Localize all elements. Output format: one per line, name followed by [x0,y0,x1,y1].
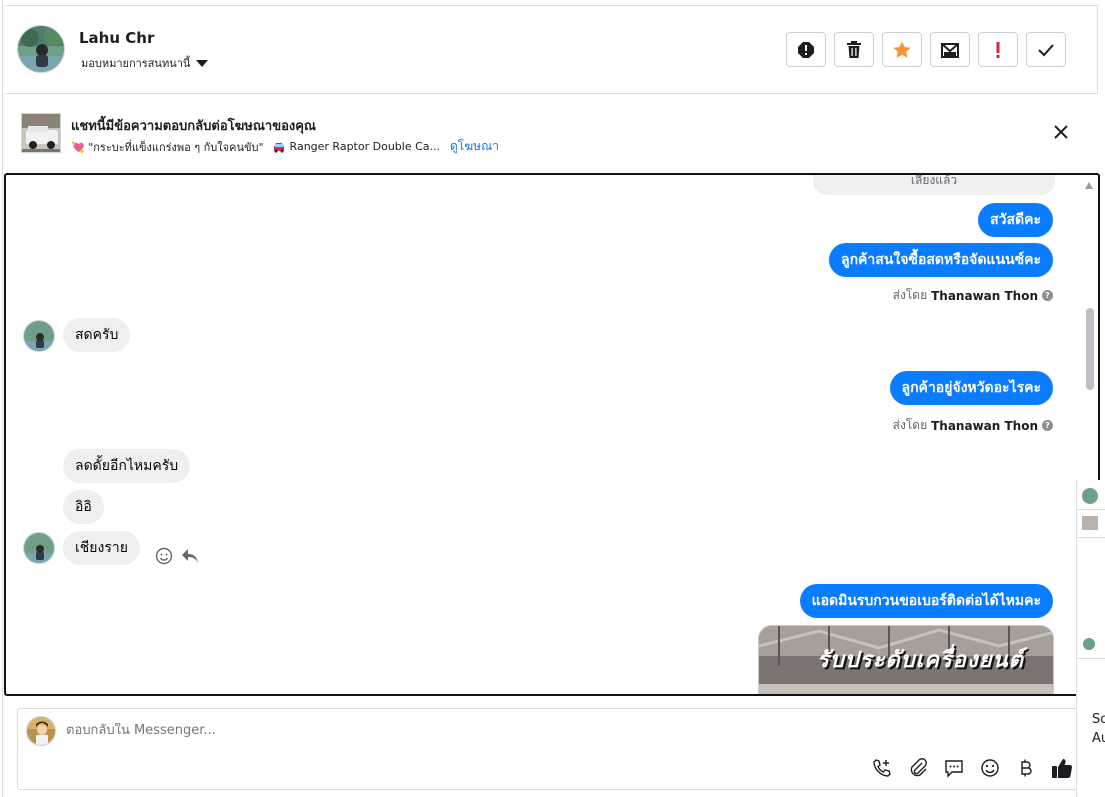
divider [1077,509,1105,510]
peek-text: Au [1092,731,1105,746]
header-actions [786,32,1066,67]
assign-label: มอบหมายการสนทนานี้ [81,57,191,70]
report-icon [798,41,814,58]
reply-icon[interactable] [181,548,199,564]
payment-button[interactable] [1015,757,1037,779]
avatar[interactable] [1082,488,1098,504]
sent-by-prefix: ส่งโดย [892,288,928,302]
scroll-up-arrow[interactable] [1085,182,1093,189]
star-icon [893,41,911,58]
message-bubble-outgoing[interactable]: ลูกค้าอยู่จังหวัดอะไรคะ [889,371,1053,405]
message-bubble-incoming[interactable]: อิอิ [63,490,104,524]
contact-avatar-small[interactable] [23,320,55,352]
trash-icon [847,40,861,58]
messenger-inbox-app: Lahu Chr มอบหมายการสนทนานี้ แชทนี้มีข้อค… [0,0,1105,797]
peek-text: So [1092,712,1105,727]
help-icon[interactable]: ? [1042,290,1053,301]
ad-reply-banner: แชทนี้มีข้อความตอบกลับต่อโฆษณาของคุณ 💘 "… [5,95,1098,171]
sender-name: Thanawan Thon [931,288,1038,303]
like-icon [1052,759,1073,778]
ad-banner-title: แชทนี้มีข้อความตอบกลับต่อโฆษณาของคุณ [71,119,316,134]
side-panel-peek: So Au [1076,480,1105,797]
conversation-header: Lahu Chr มอบหมายการสนทนานี้ [5,5,1098,94]
view-ad-link[interactable]: ดูโฆษณา [450,137,499,156]
image-overlay-text: รับประดับเครื่องยนต์ [817,648,1024,673]
message-bubble-incoming[interactable]: สดครับ [63,318,131,352]
message-hover-tools [155,547,199,565]
contact-name: Lahu Chr [79,29,155,47]
reply-input[interactable] [66,723,866,738]
message-bubble-incoming[interactable]: ลดดั้ยอีกไหมครับ [63,449,191,483]
message-bubble-partial: เลี้ยงแล้ว [813,175,1055,195]
ad-quote: 💘 "กระบะที่แข็งแกร่งพอ ๆ กับใจคนขับ" [71,140,264,154]
scrollbar-thumb[interactable] [1086,308,1094,390]
attach-file-button[interactable] [907,757,929,779]
send-like-button[interactable] [1051,757,1073,779]
message-thread[interactable]: เลี้ยงแล้ว สวัสดีคะ ลูกค้าสนใจซื้อสดหรือ… [4,173,1100,696]
paperclip-icon [910,758,927,777]
message-bubble-incoming[interactable]: เชียงราย [63,531,140,565]
ad-thumbnail[interactable] [1082,516,1098,530]
left-panel-edge [0,0,3,797]
sent-by-label: ส่งโดย Thanawan Thon ? [893,416,1053,435]
check-icon [1038,43,1054,56]
delete-button[interactable] [834,32,874,67]
close-icon [1054,125,1068,139]
baht-icon [1021,759,1032,777]
contact-avatar[interactable] [17,25,65,73]
sender-name: Thanawan Thon [931,418,1038,433]
sent-by-prefix: ส่งโดย [892,418,928,432]
saved-reply-icon [945,760,963,778]
image-attachment[interactable]: รับประดับเครื่องยนต์ [758,625,1054,694]
avatar[interactable] [1083,638,1095,650]
composer-toolbar [871,757,1073,779]
move-icon [941,42,959,58]
close-banner-button[interactable] [1052,123,1070,141]
assign-conversation-dropdown[interactable]: มอบหมายการสนทนานี้ [81,54,209,72]
reply-composer [17,708,1092,790]
divider [1077,658,1105,659]
message-bubble-outgoing[interactable]: สวัสดีคะ [978,203,1053,237]
report-spam-button[interactable] [786,32,826,67]
message-bubble-outgoing[interactable]: แอดมินรบกวนขอเบอร์ติดต่อได้ไหมคะ [799,584,1053,618]
mark-done-button[interactable] [1026,32,1066,67]
message-bubble-outgoing[interactable]: ลูกค้าสนใจซื้อสดหรือจัดแนนซ์คะ [829,243,1053,277]
star-button[interactable] [882,32,922,67]
mark-priority-button[interactable] [978,32,1018,67]
react-emoji-icon[interactable] [155,547,173,565]
add-call-icon [873,759,891,777]
saved-replies-button[interactable] [943,757,965,779]
move-to-folder-button[interactable] [930,32,970,67]
sent-by-label: ส่งโดย Thanawan Thon ? [893,286,1053,305]
emoji-button[interactable] [979,757,1001,779]
car-icon [273,142,284,153]
agent-avatar [26,716,56,746]
ad-thumbnail[interactable] [21,113,61,153]
help-icon[interactable]: ? [1042,420,1053,431]
emoji-icon [981,759,999,777]
ad-product: Ranger Raptor Double Ca... [289,140,441,153]
ad-banner-details: 💘 "กระบะที่แข็งแกร่งพอ ๆ กับใจคนขับ" Ran… [71,137,499,156]
add-call-button[interactable] [871,757,893,779]
caret-down-icon [196,60,209,67]
priority-icon [996,41,1000,58]
contact-avatar-small[interactable] [23,532,55,564]
divider [1077,537,1105,538]
